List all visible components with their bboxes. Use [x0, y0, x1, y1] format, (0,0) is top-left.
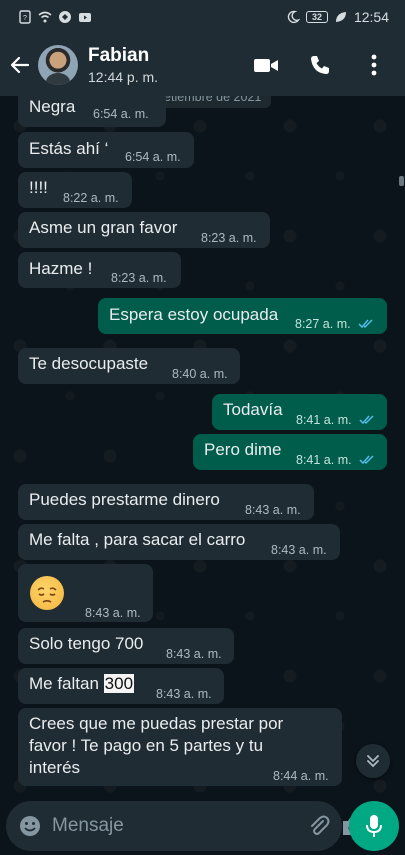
message-text: Puedes prestarme dinero: [29, 490, 220, 509]
message-time: 8:27 a. m.: [295, 313, 375, 335]
message-incoming[interactable]: Puedes prestarme dinero 8:43 a. m.: [18, 484, 314, 520]
message-time: 8:41 a. m.: [296, 409, 376, 431]
message-incoming[interactable]: Te desocupaste 8:40 a. m.: [18, 348, 240, 384]
message-incoming[interactable]: Me faltan 300 8:43 a. m.: [18, 668, 224, 704]
message-text: Me faltan 300: [29, 673, 135, 695]
status-left: ?: [18, 10, 92, 24]
contact-last-seen: 12:44 p. m.: [88, 69, 159, 85]
message-text-line-2: favor ! Te pago en 5 partes y tu: [29, 736, 264, 755]
message-input[interactable]: [52, 814, 297, 837]
message-time-label: 8:27 a. m.: [295, 317, 351, 331]
status-bar: ? 32 12:54: [0, 0, 405, 34]
status-time: 12:54: [353, 9, 389, 25]
contact-info[interactable]: Fabian 12:44 p. m.: [88, 45, 253, 85]
message-incoming[interactable]: Hazme ! 8:23 a. m.: [18, 252, 181, 288]
back-arrow-icon: [10, 56, 30, 74]
message-text: Asme un gran favor: [29, 218, 178, 237]
message-text-line-1: Crees que me puedas prestar por: [29, 714, 284, 733]
shield-icon: [59, 11, 71, 23]
message-text: Espera estoy ocupada: [109, 305, 279, 324]
avatar[interactable]: [38, 45, 78, 85]
video-call-button[interactable]: [253, 52, 279, 78]
composer: [0, 796, 405, 855]
message-text: !!!!: [29, 178, 48, 197]
back-button[interactable]: [10, 54, 32, 76]
message-time: 8:41 a. m.: [296, 449, 376, 471]
voice-message-button[interactable]: [349, 800, 399, 851]
read-ticks-icon: [358, 319, 373, 329]
message-incoming[interactable]: Asme un gran favor 8:23 a. m.: [18, 212, 270, 248]
phone-call-button[interactable]: [307, 52, 333, 78]
message-incoming[interactable]: Me falta , para sacar el carro 8:43 a. m…: [18, 524, 340, 560]
scroll-to-bottom-button[interactable]: [356, 744, 390, 778]
message-text: Te desocupaste: [29, 354, 149, 373]
message-text: Hazme !: [29, 259, 93, 278]
pensive-face-emoji: [30, 576, 64, 610]
message-text: Pero dime: [204, 440, 282, 459]
video-call-icon: [254, 59, 278, 72]
message-text: Negra: [29, 97, 76, 116]
message-incoming[interactable]: Crees que me puedas prestar por favor ! …: [18, 708, 342, 786]
message-incoming[interactable]: Estás ahí ‘ 6:54 a. m.: [18, 132, 194, 168]
emoji-button[interactable]: [18, 813, 42, 839]
message-time: 8:43 a. m.: [245, 503, 301, 517]
more-options-button[interactable]: [361, 52, 387, 78]
attach-button[interactable]: [307, 813, 331, 839]
message-incoming[interactable]: Negra 6:54 a. m.: [18, 96, 166, 127]
message-text: Me falta , para sacar el carro: [29, 530, 246, 549]
chat-header: Fabian 12:44 p. m.: [0, 34, 405, 96]
message-time: 8:43 a. m.: [166, 647, 222, 661]
message-incoming[interactable]: !!!! 8:22 a. m.: [18, 172, 132, 208]
message-outgoing[interactable]: Espera estoy ocupada 8:27 a. m.: [98, 298, 387, 334]
message-text: Estás ahí ‘: [29, 139, 109, 158]
message-time: 8:44 a. m.: [273, 769, 329, 783]
chat-area[interactable]: 7 de setiembre de 2021 Negra 6:54 a. m. …: [0, 96, 405, 796]
message-time: 6:54 a. m.: [93, 107, 149, 121]
message-time: 8:23 a. m.: [111, 271, 167, 285]
message-time: 8:43 a. m.: [156, 687, 212, 701]
moon-icon: [287, 10, 300, 24]
message-time: 6:54 a. m.: [125, 150, 181, 164]
message-time-label: 8:41 a. m.: [296, 413, 352, 427]
message-time: 8:40 a. m.: [172, 367, 228, 381]
message-incoming[interactable]: Solo tengo 700 8:43 a. m.: [18, 628, 234, 664]
message-text-prefix: Me faltan: [29, 674, 104, 693]
double-chevron-down-icon: [367, 755, 379, 768]
pensive-face-icon: [37, 587, 57, 603]
message-time: 8:23 a. m.: [201, 231, 257, 245]
message-outgoing[interactable]: Pero dime 8:41 a. m.: [193, 434, 387, 470]
message-text-line-3: interés: [29, 758, 81, 777]
status-right: 32 12:54: [286, 9, 389, 25]
leaf-icon: [335, 12, 346, 22]
read-ticks-icon: [359, 415, 374, 425]
emoji-icon: [20, 815, 40, 836]
youtube-icon: [79, 13, 91, 22]
message-time: 8:22 a. m.: [63, 191, 119, 205]
read-ticks-icon: [359, 455, 374, 465]
mic-icon: [366, 814, 382, 837]
header-actions: [253, 52, 387, 78]
sim-icon: ?: [19, 10, 31, 24]
battery-level: 32: [305, 11, 328, 23]
message-time-label: 8:41 a. m.: [296, 453, 352, 467]
message-time: 8:43 a. m.: [85, 606, 141, 620]
message-text: Solo tengo 700: [29, 634, 144, 653]
phone-icon: [311, 56, 329, 74]
svg-text:?: ?: [23, 15, 27, 22]
message-time: 8:43 a. m.: [271, 543, 327, 557]
message-text: Todavía: [223, 400, 283, 419]
more-options-icon: [371, 54, 377, 76]
selected-text-highlight[interactable]: 300: [103, 674, 135, 693]
message-outgoing[interactable]: Todavía 8:41 a. m.: [212, 394, 387, 430]
attach-icon: [311, 815, 330, 835]
message-incoming[interactable]: 8:43 a. m.: [18, 564, 153, 622]
message-input-box: [6, 800, 363, 851]
contact-name: Fabian: [88, 45, 150, 66]
scrollbar-thumb[interactable]: [399, 176, 404, 186]
wifi-icon: [38, 11, 52, 23]
